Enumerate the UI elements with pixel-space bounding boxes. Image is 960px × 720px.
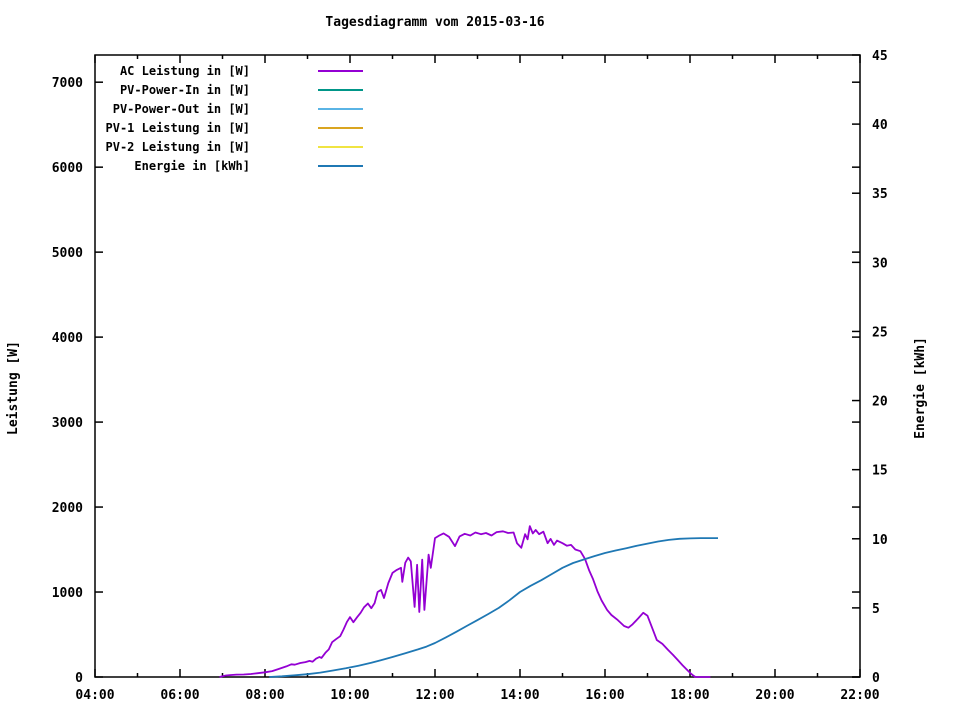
legend-label: PV-2 Leistung in [W] — [105, 140, 251, 154]
y-right-tick-label: 40 — [872, 118, 888, 133]
y-left-tick-label: 5000 — [52, 246, 83, 261]
legend-label: PV-Power-In in [W] — [119, 83, 250, 97]
legend-item: PV-Power-Out in [W] — [0, 102, 365, 118]
y-right-tick-label: 25 — [872, 325, 888, 340]
x-tick-label: 12:00 — [415, 688, 454, 703]
y-right-tick-label: 45 — [872, 49, 888, 64]
legend-color-line — [318, 165, 363, 167]
legend-color-line — [318, 89, 363, 91]
y-left-tick-label: 1000 — [52, 586, 83, 601]
x-tick-label: 04:00 — [75, 688, 114, 703]
x-tick-label: 18:00 — [670, 688, 709, 703]
y-left-tick-label: 4000 — [52, 331, 83, 346]
legend-label: PV-1 Leistung in [W] — [105, 121, 251, 135]
y-right-tick-label: 35 — [872, 187, 888, 202]
y-right-tick-label: 5 — [872, 602, 880, 617]
x-tick-label: 14:00 — [500, 688, 539, 703]
legend-item: Energie in [kWh] — [0, 159, 365, 175]
chart-canvas: Tagesdiagramm vom 2015-03-16 Leistung [W… — [0, 0, 960, 720]
y-right-tick-label: 30 — [872, 256, 888, 271]
y-left-tick-label: 0 — [75, 671, 83, 686]
y-right-tick-label: 20 — [872, 395, 888, 410]
x-tick-label: 06:00 — [160, 688, 199, 703]
legend-color-line — [318, 146, 363, 148]
legend-label: PV-Power-Out in [W] — [112, 102, 250, 116]
legend-item: AC Leistung in [W] — [0, 64, 365, 80]
y-left-tick-label: 3000 — [52, 416, 83, 431]
legend-item: PV-Power-In in [W] — [0, 83, 365, 99]
y-right-tick-label: 0 — [872, 671, 880, 686]
y-left-tick-label: 2000 — [52, 501, 83, 516]
legend-color-line — [318, 108, 363, 110]
legend-item: PV-2 Leistung in [W] — [0, 140, 365, 156]
y-right-tick-label: 10 — [872, 533, 888, 548]
x-tick-label: 16:00 — [585, 688, 624, 703]
y-right-tick-label: 15 — [872, 464, 888, 479]
legend-color-line — [318, 127, 363, 129]
legend-color-line — [318, 70, 363, 72]
legend-label: Energie in [kWh] — [134, 159, 250, 173]
series-line — [219, 525, 711, 678]
legend-item: PV-1 Leistung in [W] — [0, 121, 365, 137]
legend-label: AC Leistung in [W] — [119, 64, 250, 78]
x-tick-label: 08:00 — [245, 688, 284, 703]
series-line — [269, 537, 718, 678]
x-tick-label: 22:00 — [840, 688, 879, 703]
x-tick-label: 20:00 — [755, 688, 794, 703]
x-tick-label: 10:00 — [330, 688, 369, 703]
